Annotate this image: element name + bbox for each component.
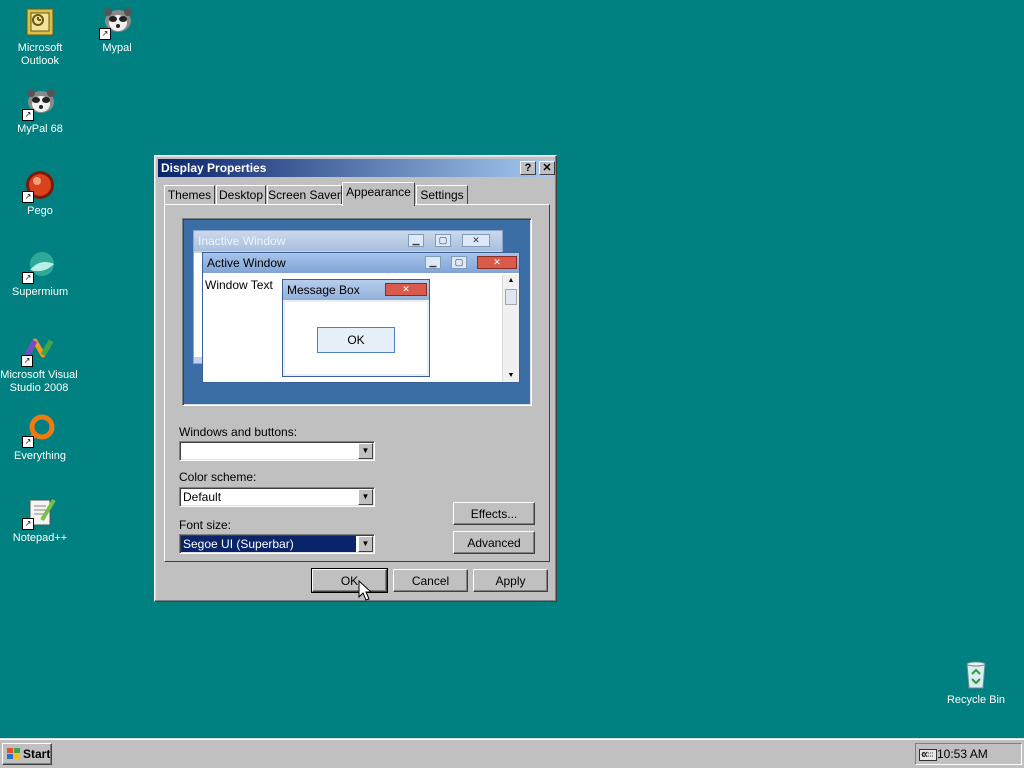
maximize-icon: ▢	[435, 234, 451, 247]
shortcut-arrow-icon: ↗	[22, 518, 34, 530]
help-icon: ?	[524, 162, 532, 174]
desktop-icon-label: MyPal 68	[17, 123, 63, 135]
desktop-icon-label: Mypal	[102, 42, 132, 54]
shortcut-arrow-icon: ↗	[22, 109, 34, 121]
tab-desktop[interactable]: Desktop	[216, 185, 266, 205]
desktop-icon-label: Recycle Bin	[946, 694, 1006, 706]
tab-settings[interactable]: Settings	[416, 185, 468, 205]
windows-buttons-label: Windows and buttons:	[179, 425, 298, 439]
desktop-icon-mypal-68[interactable]: ↗ MyPal 68	[0, 87, 80, 136]
desktop-icon-outlook[interactable]: Microsoft Outlook	[0, 6, 80, 68]
help-button[interactable]: ?	[520, 161, 536, 175]
start-button[interactable]: Start	[2, 743, 52, 765]
preview-active-title: Active Window	[203, 253, 519, 273]
scroll-up-icon: ▲	[507, 277, 515, 284]
desktop-icon-label: Everything	[14, 450, 66, 462]
desktop-icon-mypal[interactable]: ↗ Mypal	[77, 6, 157, 55]
font-size-select[interactable]: Segoe UI (Superbar) ▼	[179, 534, 375, 554]
windows-buttons-select[interactable]: ▼	[179, 441, 375, 461]
preview-message-box: Message Box ✕ OK	[282, 279, 430, 377]
color-scheme-label: Color scheme:	[179, 470, 257, 484]
desktop-icon-label: Supermium	[11, 286, 69, 298]
shortcut-arrow-icon: ↗	[99, 28, 111, 40]
cancel-button[interactable]: Cancel	[393, 569, 468, 592]
effects-button[interactable]: Effects...	[453, 502, 535, 525]
desktop-icon-everything[interactable]: ↗ Everything	[0, 414, 80, 463]
maximize-icon: ▢	[451, 256, 467, 269]
desktop-icon-pego[interactable]: ↗ Pego	[0, 169, 80, 218]
shortcut-arrow-icon: ↗	[22, 191, 34, 203]
close-button[interactable]: ✕	[539, 161, 555, 175]
desktop-icon-label: Pego	[27, 205, 53, 217]
tab-appearance[interactable]: Appearance	[342, 182, 415, 206]
tray-expand-icon[interactable]: «	[921, 746, 928, 761]
close-icon: ✕	[385, 283, 427, 296]
pego-icon: ↗	[22, 169, 56, 203]
shortcut-arrow-icon: ↗	[22, 436, 34, 448]
notepadpp-icon: ↗	[22, 496, 56, 530]
dialog-title-bar[interactable]: Display Properties ? ✕	[158, 159, 555, 177]
mypal-icon: ↗	[22, 87, 56, 121]
everything-icon: ↗	[22, 414, 56, 448]
preview-scrollbar: ▲ ▼	[502, 275, 519, 382]
tab-screen-saver[interactable]: Screen Saver	[267, 185, 342, 205]
recycle-bin-icon	[960, 658, 992, 690]
appearance-tab-panel: Inactive Window ▁ ▢ ✕ Active Window ▁ ▢ …	[164, 204, 550, 562]
outlook-icon	[24, 6, 56, 38]
advanced-button[interactable]: Advanced	[453, 531, 535, 554]
visual-studio-icon: ↗	[21, 333, 55, 367]
desktop-icon-label: Microsoft Visual Studio 2008	[0, 369, 78, 394]
scroll-down-icon: ▼	[507, 372, 515, 379]
close-icon: ✕	[462, 234, 490, 247]
mypal-icon: ↗	[99, 6, 133, 40]
supermium-icon: ↗	[22, 250, 56, 284]
font-size-label: Font size:	[179, 518, 232, 532]
chevron-down-icon[interactable]: ▼	[358, 489, 373, 505]
taskbar: Start « 10:53 AM	[0, 738, 1024, 768]
shortcut-arrow-icon: ↗	[21, 355, 33, 367]
minimize-icon: ▁	[425, 256, 441, 269]
apply-button[interactable]: Apply	[473, 569, 548, 592]
chevron-down-icon[interactable]: ▼	[358, 536, 373, 552]
appearance-preview: Inactive Window ▁ ▢ ✕ Active Window ▁ ▢ …	[182, 218, 532, 406]
desktop-icon-label: Microsoft Outlook	[17, 42, 63, 67]
start-label: Start	[23, 747, 51, 761]
desktop-icon-supermium[interactable]: ↗ Supermium	[0, 250, 80, 299]
chevron-down-icon[interactable]: ▼	[358, 443, 373, 459]
shortcut-arrow-icon: ↗	[22, 272, 34, 284]
desktop-icon-visual-studio[interactable]: ↗ Microsoft Visual Studio 2008	[0, 333, 79, 395]
system-tray: « 10:53 AM	[915, 743, 1022, 765]
desktop-icon-label: Notepad++	[12, 532, 68, 544]
preview-ok-button: OK	[317, 327, 395, 353]
windows-logo-icon	[7, 748, 20, 759]
dialog-title: Display Properties	[161, 161, 267, 175]
desktop-icon-recycle-bin[interactable]: Recycle Bin	[936, 658, 1016, 707]
close-icon: ✕	[542, 162, 552, 174]
display-properties-dialog: Display Properties ? ✕ Themes Desktop Sc…	[154, 155, 557, 602]
preview-window-text: Window Text	[205, 278, 273, 292]
clock[interactable]: 10:53 AM	[937, 747, 988, 761]
minimize-icon: ▁	[408, 234, 424, 247]
desktop-icon-notepadpp[interactable]: ↗ Notepad++	[0, 496, 80, 545]
color-scheme-value: Default	[183, 490, 222, 504]
mouse-cursor-icon	[358, 580, 372, 601]
tab-themes[interactable]: Themes	[164, 185, 215, 205]
close-icon: ✕	[477, 256, 517, 269]
ok-button[interactable]: OK	[311, 568, 388, 593]
color-scheme-select[interactable]: Default ▼	[179, 487, 375, 507]
font-size-value: Segoe UI (Superbar)	[181, 536, 356, 552]
scroll-thumb	[505, 289, 517, 305]
preview-inactive-title: Inactive Window	[194, 231, 502, 251]
